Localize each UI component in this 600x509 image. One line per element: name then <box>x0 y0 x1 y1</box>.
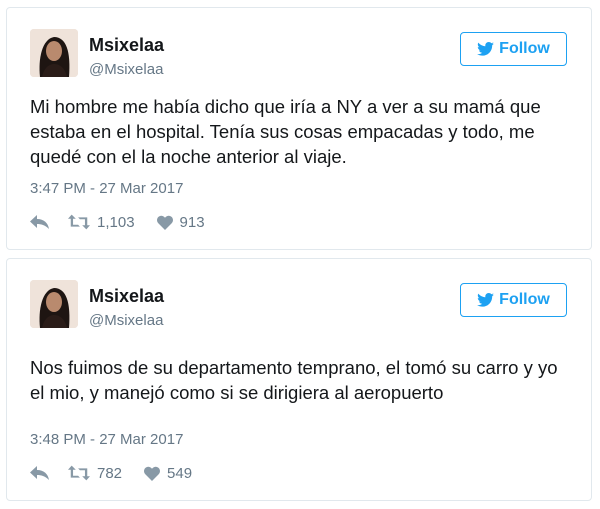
retweet-icon <box>68 214 90 230</box>
tweet-timestamp[interactable]: 3:48 PM - 27 Mar 2017 <box>30 431 183 448</box>
follow-button[interactable]: Follow <box>460 283 567 317</box>
like-button[interactable]: 549 <box>144 465 192 482</box>
reply-icon[interactable] <box>30 214 50 230</box>
tweet-text: Mi hombre me había dicho que iría a NY a… <box>30 96 541 167</box>
like-count: 549 <box>167 464 193 482</box>
avatar[interactable] <box>30 280 78 328</box>
heart-icon <box>144 466 161 481</box>
follow-label: Follow <box>499 291 550 308</box>
twitter-bird-icon <box>477 42 495 56</box>
retweet-button[interactable]: 1,103 <box>68 214 135 231</box>
like-count: 913 <box>179 213 205 231</box>
tweet-card: Msixelaa @Msixelaa Follow Nos fuimos de … <box>6 258 592 501</box>
retweet-count: 1,103 <box>97 213 135 231</box>
heart-icon <box>156 215 173 230</box>
tweet-text: Nos fuimos de su departamento temprano, … <box>30 357 558 403</box>
follow-button[interactable]: Follow <box>460 32 567 66</box>
retweet-count: 782 <box>97 464 123 482</box>
reply-icon[interactable] <box>30 465 50 481</box>
avatar[interactable] <box>30 29 78 77</box>
like-button[interactable]: 913 <box>156 213 205 231</box>
tweet-actions: 1,103 913 <box>30 211 227 233</box>
tweet-timestamp[interactable]: 3:47 PM - 27 Mar 2017 <box>30 180 183 197</box>
follow-label: Follow <box>499 40 550 57</box>
user-handle[interactable]: @Msixelaa <box>89 311 164 331</box>
tweet-card: Msixelaa @Msixelaa Follow Mi hombre me h… <box>6 7 592 250</box>
twitter-bird-icon <box>477 293 495 307</box>
user-handle[interactable]: @Msixelaa <box>89 60 164 80</box>
retweet-button[interactable]: 782 <box>68 465 122 482</box>
display-name[interactable]: Msixelaa <box>89 285 164 307</box>
retweet-icon <box>68 465 90 481</box>
display-name[interactable]: Msixelaa <box>89 34 164 56</box>
tweet-actions: 782 549 <box>30 462 214 484</box>
